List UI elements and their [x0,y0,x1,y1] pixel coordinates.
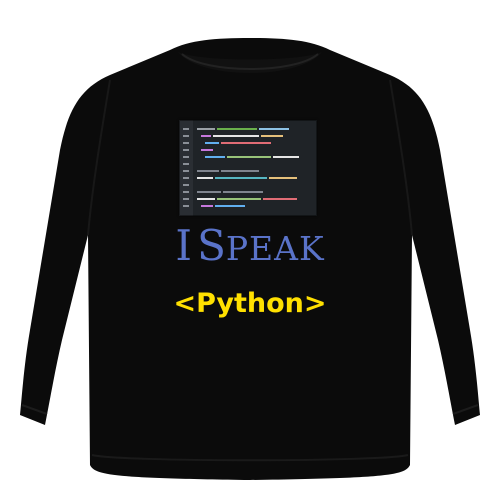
headline-i-speak: I SPEAK [120,225,380,267]
headline-rest-peak: PEAK [225,229,325,268]
product-image: I SPEAK <Python> [0,0,500,500]
code-editor-photo [179,120,317,216]
code-lines-graphic [179,120,317,216]
headline-initial-s: S [197,221,226,270]
headline-word-i: I [175,221,192,270]
subline-python-tag: <Python> [173,288,327,319]
